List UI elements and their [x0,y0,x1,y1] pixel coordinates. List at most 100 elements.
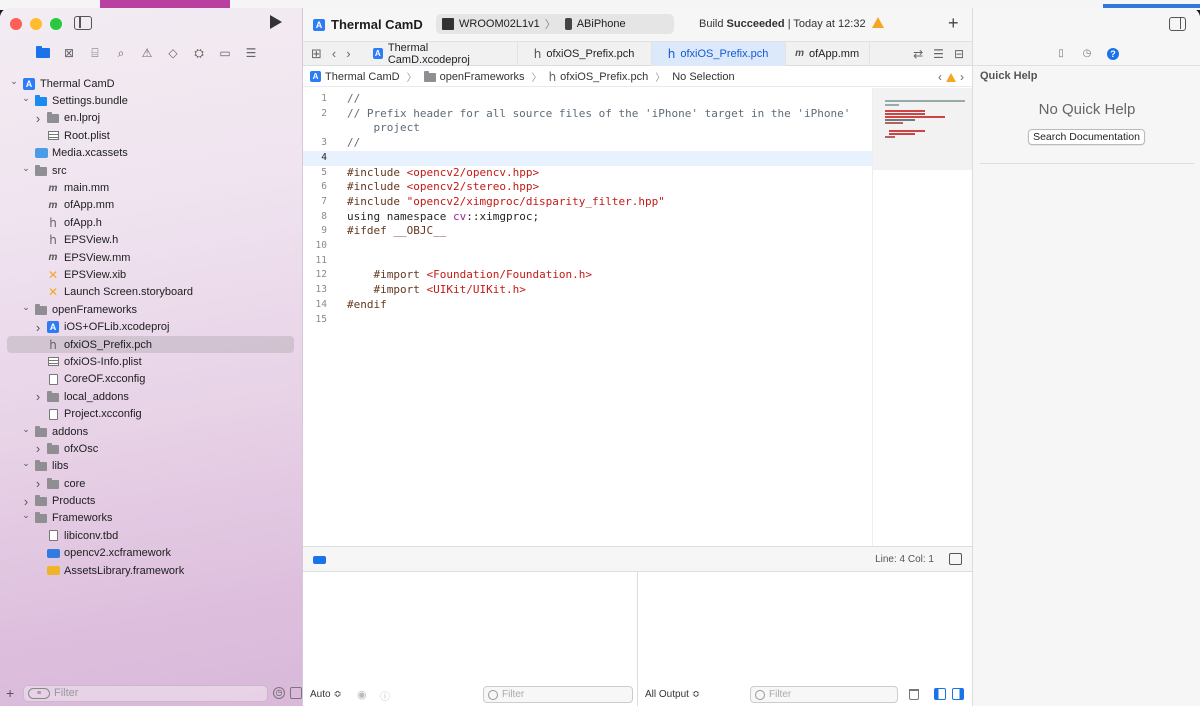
code-line[interactable]: 10 [303,239,872,254]
tree-item[interactable]: › Products [0,492,303,509]
back-icon[interactable]: ‹ [332,46,336,62]
chevron-down-icon[interactable]: ⌄ [20,424,32,435]
tree-item[interactable]: › AiOS+OFLib.xcodeproj [0,318,303,335]
tree-item[interactable]: › ofxOsc [0,440,303,457]
code-line[interactable]: 1 // [303,92,872,107]
source-control-filter-icon[interactable] [290,687,302,699]
chevron-down-icon[interactable]: ⌄ [20,510,32,521]
next-issue-icon[interactable]: › [960,70,964,84]
code-line[interactable]: 5 #include <opencv2/opencv.hpp> [303,166,872,181]
tree-item[interactable]: h EPSView.h [0,232,303,249]
tree-item[interactable]: › en.lproj [0,110,303,127]
tree-item[interactable]: ⌄ src [0,162,303,179]
tree-item[interactable]: h ofApp.h [0,214,303,231]
tree-item[interactable]: ofxiOS-Info.plist [0,353,303,370]
info-icon[interactable]: ⓘ [380,688,390,703]
warning-icon[interactable] [946,72,956,82]
file-inspector-icon[interactable]: ▯ [1055,48,1067,60]
debug-navigator-icon[interactable]: ⛭ [192,46,206,60]
code-line[interactable]: 6 #include <opencv2/stereo.hpp> [303,180,872,195]
find-navigator-icon[interactable]: ⌕ [114,46,128,60]
chevron-right-icon[interactable]: › [32,389,44,404]
tree-item[interactable]: Media.xcassets [0,145,303,162]
tree-item[interactable]: m ofApp.mm [0,197,303,214]
show-variables-pane-icon[interactable] [934,688,946,700]
grid-icon[interactable]: ⊞ [311,46,322,62]
jumpbar-selection[interactable]: No Selection [672,71,734,83]
run-button[interactable] [270,15,282,29]
eye-icon[interactable]: ◉ [357,688,367,701]
code-line[interactable]: 15 [303,313,872,328]
swap-icon[interactable]: ⇄ [913,47,923,61]
history-inspector-icon[interactable]: ◷ [1081,48,1093,60]
issue-navigator-icon[interactable]: ⚠ [140,46,154,60]
project-navigator-icon[interactable] [36,46,50,60]
tree-item[interactable]: h ofxiOS_Prefix.pch [7,335,294,354]
sidebar-toggle-icon[interactable] [74,16,92,30]
variables-scope-select[interactable]: Auto ≎ [310,689,342,700]
code-line[interactable]: 8 using namespace cv::ximgproc; [303,210,872,225]
debug-area-toggle-icon[interactable] [313,556,326,564]
add-icon[interactable]: + [6,685,18,701]
console-output-select[interactable]: All Output ≎ [645,689,700,700]
tree-item[interactable]: opencv2.xcframework [0,545,303,562]
chevron-down-icon[interactable]: ⌄ [20,163,32,174]
jumpbar-file[interactable]: ofxiOS_Prefix.pch [560,71,648,83]
zoom-button[interactable] [50,18,62,30]
chevron-down-icon[interactable]: ⌄ [20,93,32,104]
scheme-selector[interactable]: WROOM02L1v1 〉 ABiPhone [436,14,674,34]
tree-item[interactable]: ⌄ libs [0,458,303,475]
console-filter-input[interactable]: Filter [750,686,898,703]
editor-tab[interactable]: A Thermal CamD.xcodeproj [361,41,518,66]
tree-item[interactable]: ⌄ Frameworks [0,510,303,527]
source-editor[interactable]: 1 // 2 // Prefix header for all source file… [303,88,872,546]
chevron-down-icon[interactable]: ⌄ [20,302,32,313]
editor-options-icon[interactable]: ☰ [933,47,944,61]
code-line[interactable]: 13 #import <UIKit/UIKit.h> [303,283,872,298]
code-line[interactable]: 9 #ifdef __OBJC__ [303,224,872,239]
hide-debug-area-icon[interactable] [949,553,962,565]
symbol-navigator-icon[interactable]: ⌸ [88,46,102,60]
search-documentation-button[interactable]: Search Documentation [1028,129,1145,145]
source-control-icon[interactable]: ⊠ [62,46,76,60]
recent-files-icon[interactable]: ◷ [273,687,285,699]
tree-item[interactable]: m EPSView.mm [0,249,303,266]
code-line[interactable]: 11 [303,254,872,269]
editor-tab[interactable]: m ofApp.mm [786,41,870,66]
code-line[interactable]: 4 [303,150,872,166]
device-name[interactable]: ABiPhone [577,18,626,30]
filter-options-icon[interactable]: ≡ [28,687,50,699]
chevron-right-icon[interactable]: › [20,494,32,509]
tree-item[interactable]: CoreOF.xcconfig [0,371,303,388]
tree-item[interactable]: › local_addons [0,388,303,405]
tree-item[interactable]: ⌄ openFrameworks [0,301,303,318]
forward-icon[interactable]: › [346,46,350,62]
inspector-toggle-icon[interactable] [1169,17,1186,31]
tree-item[interactable]: › core [0,475,303,492]
jumpbar-group[interactable]: openFrameworks [440,71,525,83]
test-navigator-icon[interactable]: ◇ [166,46,180,60]
tree-item[interactable]: Root.plist [0,127,303,144]
chevron-right-icon[interactable]: › [32,441,44,456]
prev-issue-icon[interactable]: ‹ [938,70,942,84]
report-navigator-icon[interactable]: ☰ [244,46,258,60]
tree-item[interactable]: AssetsLibrary.framework [0,562,303,579]
navigator-filter-input[interactable]: ≡ Filter [23,684,268,702]
chevron-right-icon[interactable]: › [32,320,44,335]
tree-item[interactable]: ⌄ Settings.bundle [0,92,303,109]
trash-icon[interactable] [909,689,919,700]
library-add-icon[interactable]: + [948,13,959,34]
jumpbar-project[interactable]: Thermal CamD [325,71,400,83]
tree-item[interactable]: ✕ Launch Screen.storyboard [0,284,303,301]
warning-icon[interactable] [872,17,884,28]
chevron-down-icon[interactable]: ⌄ [20,458,32,469]
minimap[interactable] [872,88,973,546]
tree-item[interactable]: ⌄ A Thermal CamD [0,75,303,92]
variables-filter-input[interactable]: Filter [483,686,633,703]
code-line[interactable]: 7 #include "opencv2/ximgproc/disparity_fi… [303,195,872,210]
tree-item[interactable]: ⌄ addons [0,423,303,440]
chevron-down-icon[interactable]: ⌄ [8,76,20,87]
show-console-pane-icon[interactable] [952,688,964,700]
close-button[interactable] [10,18,22,30]
quick-help-icon[interactable]: ? [1107,47,1119,60]
